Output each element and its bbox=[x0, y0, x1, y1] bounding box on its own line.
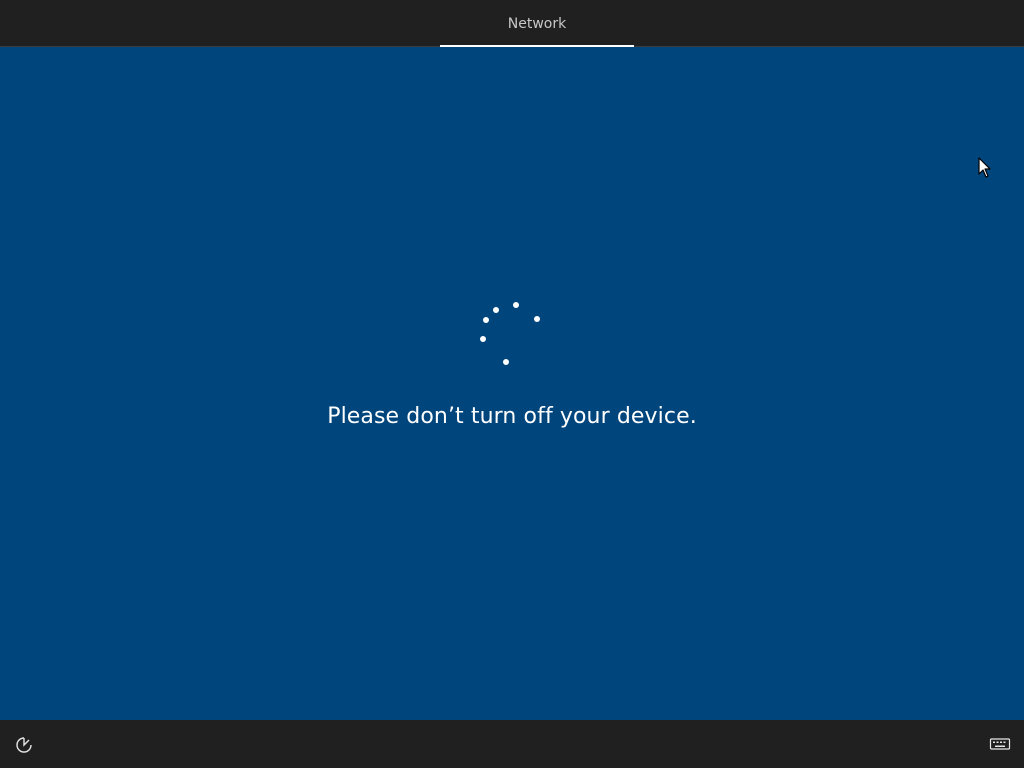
bottom-bar bbox=[0, 720, 1024, 768]
ease-of-access-icon[interactable] bbox=[13, 734, 35, 756]
loading-spinner-icon bbox=[480, 302, 540, 365]
spinner-dot bbox=[503, 359, 509, 365]
spinner-dot bbox=[513, 302, 519, 308]
spinner-dot bbox=[480, 336, 486, 342]
main-area bbox=[0, 47, 1024, 720]
spinner-dot bbox=[493, 307, 499, 313]
status-message: Please don’t turn off your device. bbox=[327, 404, 697, 429]
spinner-dot bbox=[534, 316, 540, 322]
spinner-dot bbox=[483, 317, 489, 323]
top-bar: Network bbox=[0, 0, 1024, 47]
tab-network[interactable]: Network bbox=[440, 0, 634, 47]
keyboard-icon[interactable] bbox=[989, 736, 1011, 752]
tab-network-label: Network bbox=[507, 16, 567, 32]
mouse-cursor-icon bbox=[978, 157, 991, 178]
